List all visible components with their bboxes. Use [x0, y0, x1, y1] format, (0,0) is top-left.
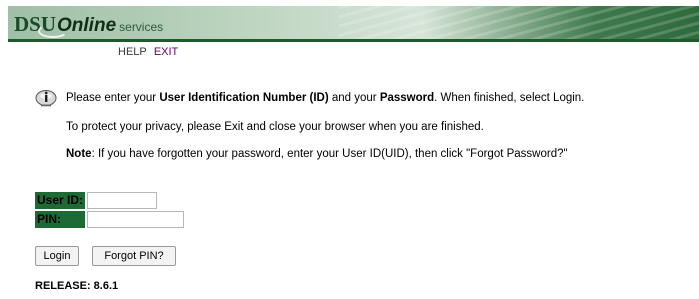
user-id-label: User ID: [35, 192, 85, 209]
pin-input[interactable] [87, 211, 184, 228]
dsu-online-logo: DSU Online services [14, 12, 163, 37]
login-button[interactable]: Login [35, 246, 79, 266]
help-link[interactable]: HELP [118, 46, 147, 58]
pin-row: PIN: [35, 211, 184, 228]
top-nav: HELP EXIT [118, 46, 182, 58]
forgot-note: Note: If you have forgotten your passwor… [66, 148, 568, 160]
user-id-input[interactable] [87, 192, 157, 209]
header-banner: DSU Online services [8, 6, 699, 42]
instruction-line-1: Please enter your User Identification Nu… [66, 92, 585, 104]
exit-link[interactable]: EXIT [154, 46, 178, 58]
note-label: Note [66, 148, 92, 160]
forgot-pin-button[interactable]: Forgot PIN? [92, 246, 176, 266]
logo-swoosh-icon [38, 24, 68, 38]
user-id-row: User ID: [35, 192, 157, 209]
privacy-note: To protect your privacy, please Exit and… [66, 121, 484, 133]
info-icon [35, 90, 57, 107]
pin-label: PIN: [35, 211, 85, 228]
release-version: RELEASE: 8.6.1 [35, 280, 119, 292]
logo-services-text: services [119, 20, 164, 34]
